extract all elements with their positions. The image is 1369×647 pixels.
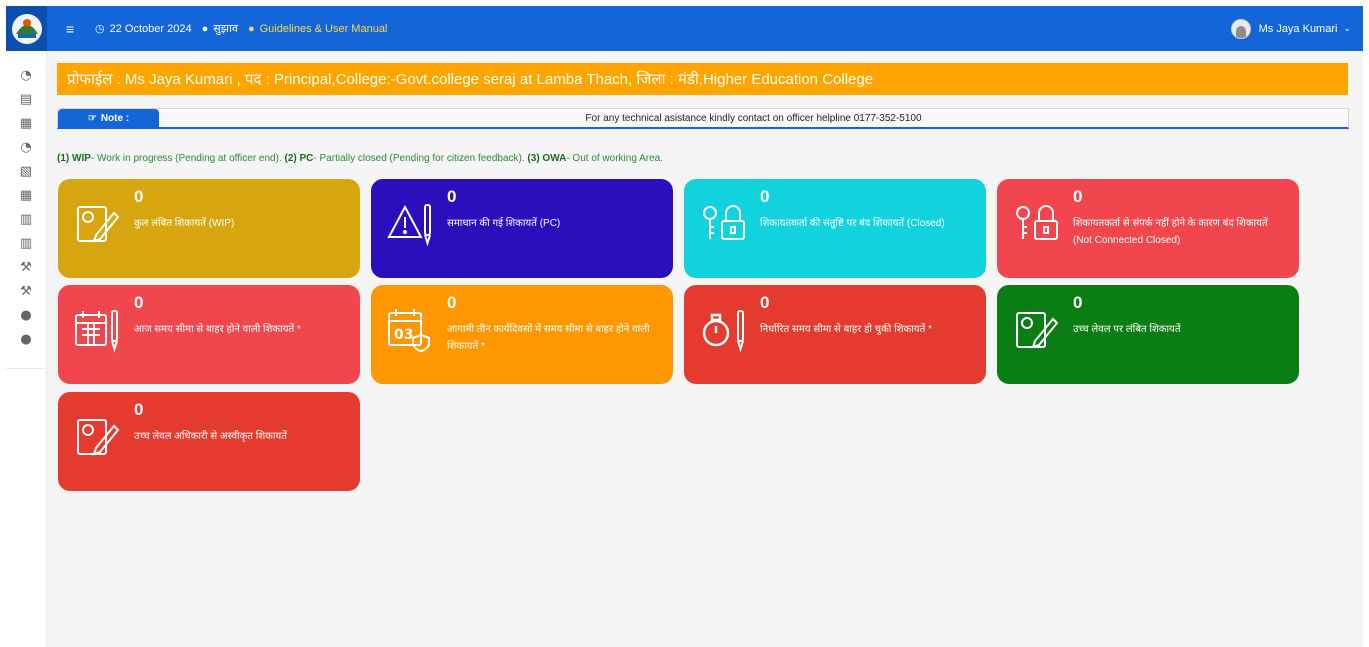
user-icon[interactable]: ● xyxy=(6,327,47,351)
card-count: 0 xyxy=(760,293,770,312)
top-navbar: ≡ ◷ 22 October 2024 ● सुझाव ● Guidelines… xyxy=(47,6,1363,51)
card-count: 0 xyxy=(134,400,144,419)
card-label: समाधान की गई शिकायतें (PC) xyxy=(447,218,561,229)
chevron-down-icon: ⌄ xyxy=(1343,23,1351,33)
clock-icon: ◷ xyxy=(95,23,105,35)
guidelines-label: Guidelines & User Manual xyxy=(259,22,388,35)
card-due-today[interactable]: 0 आज समय सीमा से बाहर होने वाली शिकायतें… xyxy=(58,285,360,384)
legend-pc-key: (2) PC xyxy=(284,153,314,164)
edit-document-icon xyxy=(1016,312,1059,349)
document-edit-icon[interactable]: ▧ xyxy=(6,159,47,183)
report-icon[interactable]: ▥ xyxy=(6,207,47,231)
user-menu[interactable]: Ms Jaya Kumari ⌄ xyxy=(1230,18,1351,39)
card-count: 0 xyxy=(447,187,457,206)
card-label: शिकायतकर्ता से संपर्क नहीं होने के कारण … xyxy=(1073,218,1268,246)
hamburger-menu-icon[interactable]: ≡ xyxy=(55,21,85,37)
card-closed[interactable]: 0 शिकायतकर्ता की संतुष्टि पर बंद शिकायते… xyxy=(684,179,986,278)
card-label: उच्च लेवल अधिकारी से अस्वीकृत शिकायतें xyxy=(134,431,287,442)
suggestion-link[interactable]: ● सुझाव xyxy=(202,21,238,36)
gavel-icon[interactable]: ⚒ xyxy=(6,279,47,303)
main-content: प्रोफाईल : Ms Jaya Kumari , पद : Princip… xyxy=(47,51,1363,647)
card-not-connected-closed[interactable]: 0 शिकायतकर्ता से संपर्क नहीं होने के कार… xyxy=(997,179,1299,278)
gavel-icon[interactable]: ⚒ xyxy=(6,255,47,279)
card-count: 0 xyxy=(1073,293,1083,312)
legend-owa-key: (3) OWA xyxy=(527,153,567,164)
card-higher-level-rejected[interactable]: 0 उच्च लेवल अधिकारी से अस्वीकृत शिकायतें xyxy=(58,392,360,491)
note-label: Note : xyxy=(100,112,130,124)
card-label: आगामी तीन कार्यदिवसों में समय सीमा से बा… xyxy=(447,324,650,352)
comment-icon: ● xyxy=(201,22,209,35)
stopwatch-pen-icon xyxy=(702,310,744,353)
warning-pen-icon xyxy=(387,204,431,247)
avatar xyxy=(1230,18,1251,39)
suggestion-label: सुझाव xyxy=(213,23,238,35)
edit-document-icon xyxy=(77,419,120,456)
card-label: शिकायतकर्ता की संतुष्टि पर बंद शिकायतें … xyxy=(760,218,945,229)
note-tab: ☞ Note : xyxy=(58,108,159,128)
note-text: For any technical asistance kindly conta… xyxy=(585,112,922,124)
key-lock-icon xyxy=(703,205,745,240)
emblem-logo[interactable] xyxy=(6,6,47,51)
guidelines-link[interactable]: ● Guidelines & User Manual xyxy=(248,23,387,35)
card-count: 0 xyxy=(447,293,457,312)
legend-wip-text: - Work in progress (Pending at officer e… xyxy=(90,153,282,164)
card-higher-level-pending[interactable]: 0 उच्च लेवल पर लंबित शिकायतें xyxy=(997,285,1299,384)
key-lock-icon xyxy=(1016,205,1058,240)
card-due-three-days[interactable]: 03 0 आगामी तीन कार्यदिवसों में समय सीमा … xyxy=(371,285,673,384)
sidebar-divider xyxy=(5,351,47,369)
current-date: 22 October 2024 xyxy=(109,22,192,35)
dashboard-icon[interactable]: ◔ xyxy=(6,135,47,159)
profile-banner: प्रोफाईल : Ms Jaya Kumari , पद : Princip… xyxy=(57,63,1348,95)
legend-wip-key: (1) WIP xyxy=(57,153,91,164)
card-count: 0 xyxy=(1073,187,1083,206)
edit-document-icon xyxy=(77,206,120,243)
user-name: Ms Jaya Kumari xyxy=(1258,22,1338,35)
card-count: 0 xyxy=(134,187,144,206)
document-search-icon[interactable]: ▦ xyxy=(6,111,47,135)
status-legend: (1) WIP- Work in progress (Pending at of… xyxy=(57,153,663,164)
card-overdue[interactable]: 0 निर्धारित समय सीमा से बाहर हो चुकी शिक… xyxy=(684,285,986,384)
user-icon[interactable]: ● xyxy=(6,303,47,327)
document-search-icon[interactable]: ▦ xyxy=(6,183,47,207)
card-count: 0 xyxy=(760,187,770,206)
hand-point-icon: ☞ xyxy=(87,112,97,124)
sidebar: ◔ ▤ ▦ ◔ ▧ ▦ ▥ ▥ ⚒ ⚒ ● ● xyxy=(5,6,47,647)
clipboard-icon[interactable]: ▤ xyxy=(6,87,47,111)
date-display: ◷ 22 October 2024 xyxy=(95,22,192,36)
calendar-pen-icon xyxy=(75,310,118,353)
legend-pc-text: - Partially closed (Pending for citizen … xyxy=(313,153,525,164)
note-bar: ☞ Note : For any technical asistance kin… xyxy=(57,108,1349,129)
card-label: आज समय सीमा से बाहर होने वाली शिकायतें * xyxy=(134,324,301,335)
legend-owa-text: - Out of working Area. xyxy=(566,153,664,164)
card-total-pending[interactable]: 0 कुल लंबित शिकायतें (WIP) xyxy=(58,179,360,278)
report-icon[interactable]: ▥ xyxy=(6,231,47,255)
card-label: कुल लंबित शिकायतें (WIP) xyxy=(134,218,235,229)
calendar-03-icon: 03 xyxy=(388,309,430,353)
card-count: 0 xyxy=(134,293,144,312)
svg-text:03: 03 xyxy=(394,327,413,343)
profile-text: प्रोफाईल : Ms Jaya Kumari , पद : Princip… xyxy=(67,71,874,88)
comment-icon: ● xyxy=(247,22,255,35)
dashboard-icon[interactable]: ◔ xyxy=(6,63,47,87)
card-resolved-pc[interactable]: 0 समाधान की गई शिकायतें (PC) xyxy=(371,179,673,278)
card-label: निर्धारित समय सीमा से बाहर हो चुकी शिकाय… xyxy=(760,324,932,335)
card-label: उच्च लेवल पर लंबित शिकायतें xyxy=(1073,324,1181,335)
